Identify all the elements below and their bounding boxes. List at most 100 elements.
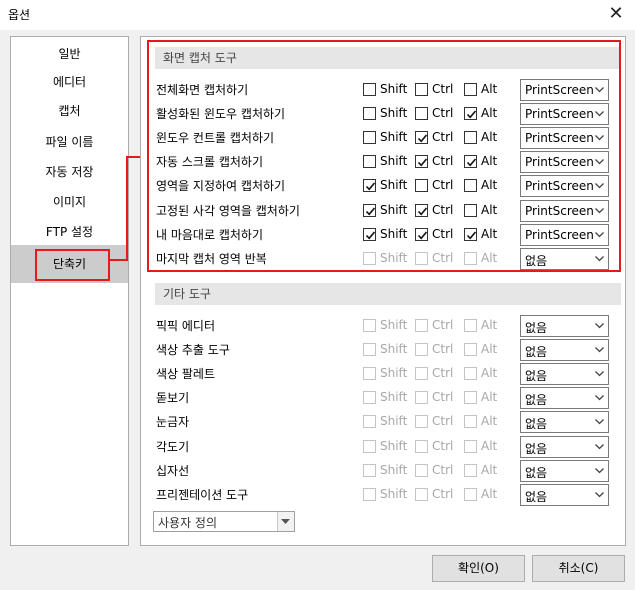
- checkbox-box[interactable]: [415, 179, 428, 193]
- hotkey-label: 눈금자: [156, 415, 190, 430]
- hotkey-row: 픽픽 에디터 Shift Ctrl Alt 없음: [141, 314, 627, 338]
- key-select-value: PrintScreen: [525, 227, 594, 242]
- checkmark-icon[interactable]: [415, 155, 428, 169]
- checkmark-icon[interactable]: [363, 179, 376, 193]
- chevron-down-icon: [594, 253, 605, 267]
- checkbox-box: [363, 439, 376, 453]
- key-select[interactable]: 없음: [520, 315, 609, 337]
- checkbox-box[interactable]: [363, 131, 376, 145]
- key-select[interactable]: 없음: [520, 459, 609, 482]
- checkbox-box[interactable]: [363, 155, 376, 169]
- hotkey-label: 픽픽 에디터: [156, 319, 216, 333]
- key-select[interactable]: 없음: [520, 435, 609, 458]
- shift-label: Shift: [380, 366, 408, 381]
- chevron-down-icon: [594, 368, 605, 382]
- hotkey-row: 윈도우 컨트롤 캡처하기 Shift Ctrl Alt PrintScreen: [141, 126, 627, 150]
- checkmark-icon[interactable]: [464, 107, 477, 121]
- key-select[interactable]: PrintScreen: [520, 79, 609, 101]
- checkbox-box: [363, 319, 376, 332]
- shift-label: Shift: [380, 178, 408, 193]
- checkbox-box[interactable]: [415, 107, 428, 121]
- key-select[interactable]: PrintScreen: [520, 199, 609, 222]
- checkmark-icon[interactable]: [363, 227, 376, 241]
- key-select-value: PrintScreen: [525, 131, 594, 146]
- ctrl-label: Ctrl: [432, 366, 454, 381]
- checkbox-box[interactable]: [363, 107, 376, 121]
- key-select-value: 없음: [525, 489, 548, 504]
- shift-label: Shift: [380, 414, 408, 429]
- ctrl-label: Ctrl: [432, 130, 454, 145]
- chevron-down-icon: [594, 84, 605, 98]
- key-select[interactable]: 없음: [520, 411, 609, 434]
- key-select[interactable]: 없음: [520, 339, 609, 362]
- ctrl-label: Ctrl: [432, 486, 454, 501]
- checkbox-box: [415, 439, 428, 453]
- key-select-value: 없음: [525, 393, 548, 408]
- key-select[interactable]: 없음: [520, 387, 609, 410]
- chevron-down-icon: [594, 132, 605, 146]
- shift-label: Shift: [380, 82, 408, 96]
- checkmark-icon[interactable]: [415, 227, 428, 241]
- chevron-down-icon[interactable]: [277, 512, 294, 531]
- key-select[interactable]: 없음: [520, 483, 609, 506]
- key-select[interactable]: PrintScreen: [520, 127, 609, 150]
- ctrl-label: Ctrl: [432, 202, 454, 217]
- checkbox-box[interactable]: [464, 179, 477, 193]
- checkbox-box[interactable]: [464, 83, 477, 96]
- checkbox-box[interactable]: [464, 131, 477, 145]
- ctrl-label: Ctrl: [432, 250, 454, 265]
- checkbox-box: [415, 319, 428, 332]
- shift-label: Shift: [380, 486, 408, 501]
- key-select[interactable]: PrintScreen: [520, 175, 609, 198]
- ctrl-label: Ctrl: [432, 438, 454, 453]
- checkbox-box: [464, 391, 477, 405]
- key-select[interactable]: 없음: [520, 247, 609, 270]
- key-select-value: 없음: [525, 369, 548, 384]
- checkbox-box: [415, 367, 428, 381]
- ctrl-label: Ctrl: [432, 82, 454, 96]
- alt-label: Alt: [481, 82, 498, 96]
- ok-button[interactable]: 확인(O): [432, 555, 525, 582]
- checkmark-icon[interactable]: [464, 155, 477, 169]
- checkbox-box: [415, 415, 428, 429]
- chevron-down-icon: [594, 156, 605, 170]
- key-select[interactable]: PrintScreen: [520, 223, 609, 246]
- chevron-down-icon: [594, 229, 605, 243]
- alt-label: Alt: [481, 462, 498, 477]
- checkbox-box[interactable]: [415, 83, 428, 96]
- key-select[interactable]: PrintScreen: [520, 151, 609, 174]
- checkbox-box: [363, 343, 376, 357]
- checkbox-box: [464, 343, 477, 357]
- chevron-down-icon: [594, 392, 605, 406]
- hotkey-label: 십자선: [156, 463, 190, 478]
- checkbox-box: [464, 415, 477, 429]
- cancel-button[interactable]: 취소(C): [532, 555, 625, 582]
- checkmark-icon[interactable]: [363, 203, 376, 217]
- hotkey-row: 자동 스크롤 캡처하기 Shift Ctrl Alt PrintScreen: [141, 150, 627, 174]
- checkbox-box: [363, 391, 376, 405]
- hotkey-label: 자동 스크롤 캡처하기: [156, 155, 263, 170]
- hotkey-label: 색상 팔레트: [156, 367, 216, 382]
- checkmark-icon[interactable]: [415, 203, 428, 217]
- key-select-value: PrintScreen: [525, 203, 594, 218]
- checkbox-box: [363, 251, 376, 265]
- alt-label: Alt: [481, 106, 498, 121]
- hotkey-label: 윈도우 컨트롤 캡처하기: [156, 131, 275, 146]
- checkmark-icon[interactable]: [464, 227, 477, 241]
- key-select-value: 없음: [525, 345, 548, 360]
- preset-select[interactable]: 사용자 정의: [153, 511, 295, 532]
- checkbox-box[interactable]: [363, 83, 376, 96]
- hotkey-settings-panel: 화면 캡처 도구 전체화면 캡처하기 Shift Ctrl Alt PrintScree…: [140, 36, 626, 546]
- key-select[interactable]: 없음: [520, 363, 609, 386]
- key-select[interactable]: PrintScreen: [520, 103, 609, 126]
- hotkey-label: 돋보기: [156, 391, 190, 406]
- ctrl-label: Ctrl: [432, 178, 454, 193]
- shift-label: Shift: [380, 130, 408, 145]
- hotkey-row: 돋보기 Shift Ctrl Alt 없음: [141, 386, 627, 410]
- chevron-down-icon: [594, 320, 605, 334]
- hotkey-row: 프리젠테이션 도구 Shift Ctrl Alt 없음: [141, 483, 627, 507]
- checkmark-icon[interactable]: [415, 131, 428, 145]
- chevron-down-icon: [594, 489, 605, 503]
- checkbox-box[interactable]: [464, 203, 477, 217]
- section-header-other: 기타 도구: [155, 283, 621, 305]
